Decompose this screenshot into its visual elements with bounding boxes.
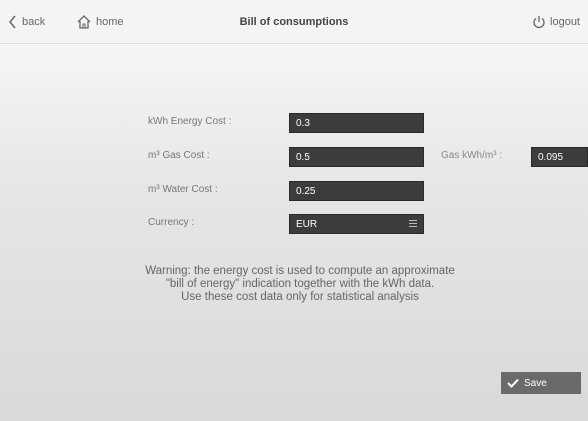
top-bar: back home Bill of consumptions logout (0, 0, 588, 44)
home-button[interactable]: home (76, 0, 124, 44)
gas-cost-label: m³ Gas Cost : (148, 150, 210, 161)
energy-cost-field[interactable]: 0.3 (289, 113, 424, 133)
power-icon (532, 15, 546, 29)
currency-select[interactable]: EUR (289, 214, 424, 234)
gas-kwh-field[interactable]: 0.095 (531, 147, 588, 167)
menu-lines-icon (409, 220, 417, 229)
water-cost-label: m³ Water Cost : (148, 184, 218, 195)
logout-button[interactable]: logout (532, 0, 580, 44)
warning-text: Warning: the energy cost is used to comp… (110, 265, 490, 304)
currency-label: Currency : (148, 217, 195, 228)
home-label: home (96, 16, 124, 28)
water-cost-field[interactable]: 0.25 (289, 181, 424, 201)
back-button[interactable]: back (8, 0, 45, 44)
back-label: back (22, 16, 46, 28)
save-label: Save (524, 377, 547, 389)
warning-line-2: "bill of energy" indication together wit… (165, 278, 435, 290)
checkmark-icon (507, 378, 519, 388)
logout-label: logout (550, 16, 580, 28)
chevron-left-icon (8, 15, 18, 29)
home-icon (76, 14, 92, 30)
warning-line-3: Use these cost data only for statistical… (181, 291, 419, 303)
gas-kwh-label: Gas kWh/m³ : (441, 150, 503, 161)
save-button[interactable]: Save (501, 372, 581, 394)
energy-cost-label: kWh Energy Cost : (148, 116, 232, 127)
gas-cost-field[interactable]: 0.5 (289, 147, 424, 167)
warning-line-1: Warning: the energy cost is used to comp… (145, 265, 455, 277)
currency-value: EUR (296, 219, 318, 230)
